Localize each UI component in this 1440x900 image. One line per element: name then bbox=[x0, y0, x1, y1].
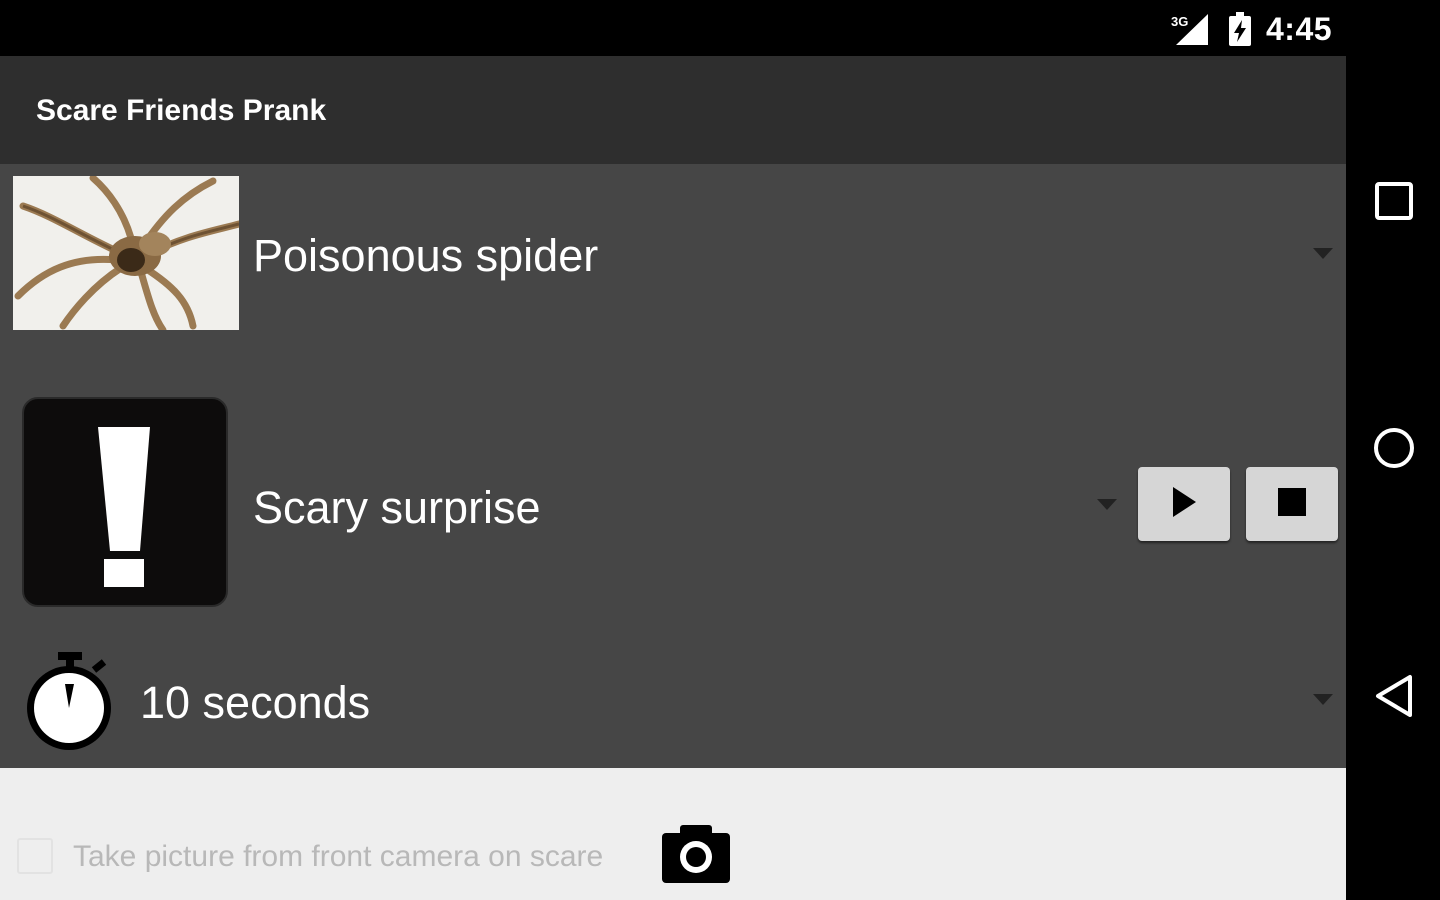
settings-panel: Poisonous spider Scary surprise 10 secon… bbox=[0, 164, 1346, 768]
recents-button[interactable] bbox=[1368, 177, 1420, 229]
network-type-label: 3G bbox=[1171, 14, 1188, 29]
status-time: 4:45 bbox=[1266, 11, 1333, 47]
app-bar: Scare Friends Prank bbox=[0, 56, 1346, 164]
camera-icon bbox=[662, 823, 730, 888]
spider-thumbnail bbox=[13, 176, 239, 330]
scare-image-label: Poisonous spider bbox=[253, 230, 599, 281]
front-camera-checkbox[interactable] bbox=[17, 838, 53, 874]
play-button[interactable] bbox=[1138, 467, 1230, 541]
navigation-bar bbox=[1346, 0, 1440, 900]
back-button[interactable] bbox=[1368, 672, 1420, 724]
battery-charging-icon bbox=[1228, 12, 1252, 51]
delay-spinner[interactable]: 10 seconds bbox=[0, 644, 1346, 768]
stop-icon bbox=[1278, 487, 1306, 521]
dropdown-arrow-icon bbox=[1313, 248, 1333, 259]
bottom-panel: Take picture from front camera on scare bbox=[0, 768, 1346, 900]
recents-icon bbox=[1375, 181, 1413, 225]
signal-icon: 3G bbox=[1170, 12, 1210, 51]
front-camera-label[interactable]: Take picture from front camera on scare bbox=[73, 840, 603, 874]
delay-label: 10 seconds bbox=[140, 677, 371, 728]
app-title: Scare Friends Prank bbox=[36, 94, 327, 127]
exclamation-icon bbox=[22, 397, 228, 607]
stopwatch-icon bbox=[24, 648, 116, 757]
back-icon bbox=[1374, 674, 1414, 723]
scare-sound-label: Scary surprise bbox=[253, 482, 541, 533]
dropdown-arrow-icon bbox=[1313, 694, 1333, 705]
status-bar: 3G 4:45 bbox=[0, 0, 1346, 56]
home-button[interactable] bbox=[1368, 424, 1420, 476]
home-icon bbox=[1373, 427, 1415, 474]
stop-button[interactable] bbox=[1246, 467, 1338, 541]
scare-image-spinner[interactable]: Poisonous spider bbox=[0, 164, 1346, 344]
play-icon bbox=[1171, 486, 1197, 523]
dropdown-arrow-icon bbox=[1097, 499, 1117, 510]
